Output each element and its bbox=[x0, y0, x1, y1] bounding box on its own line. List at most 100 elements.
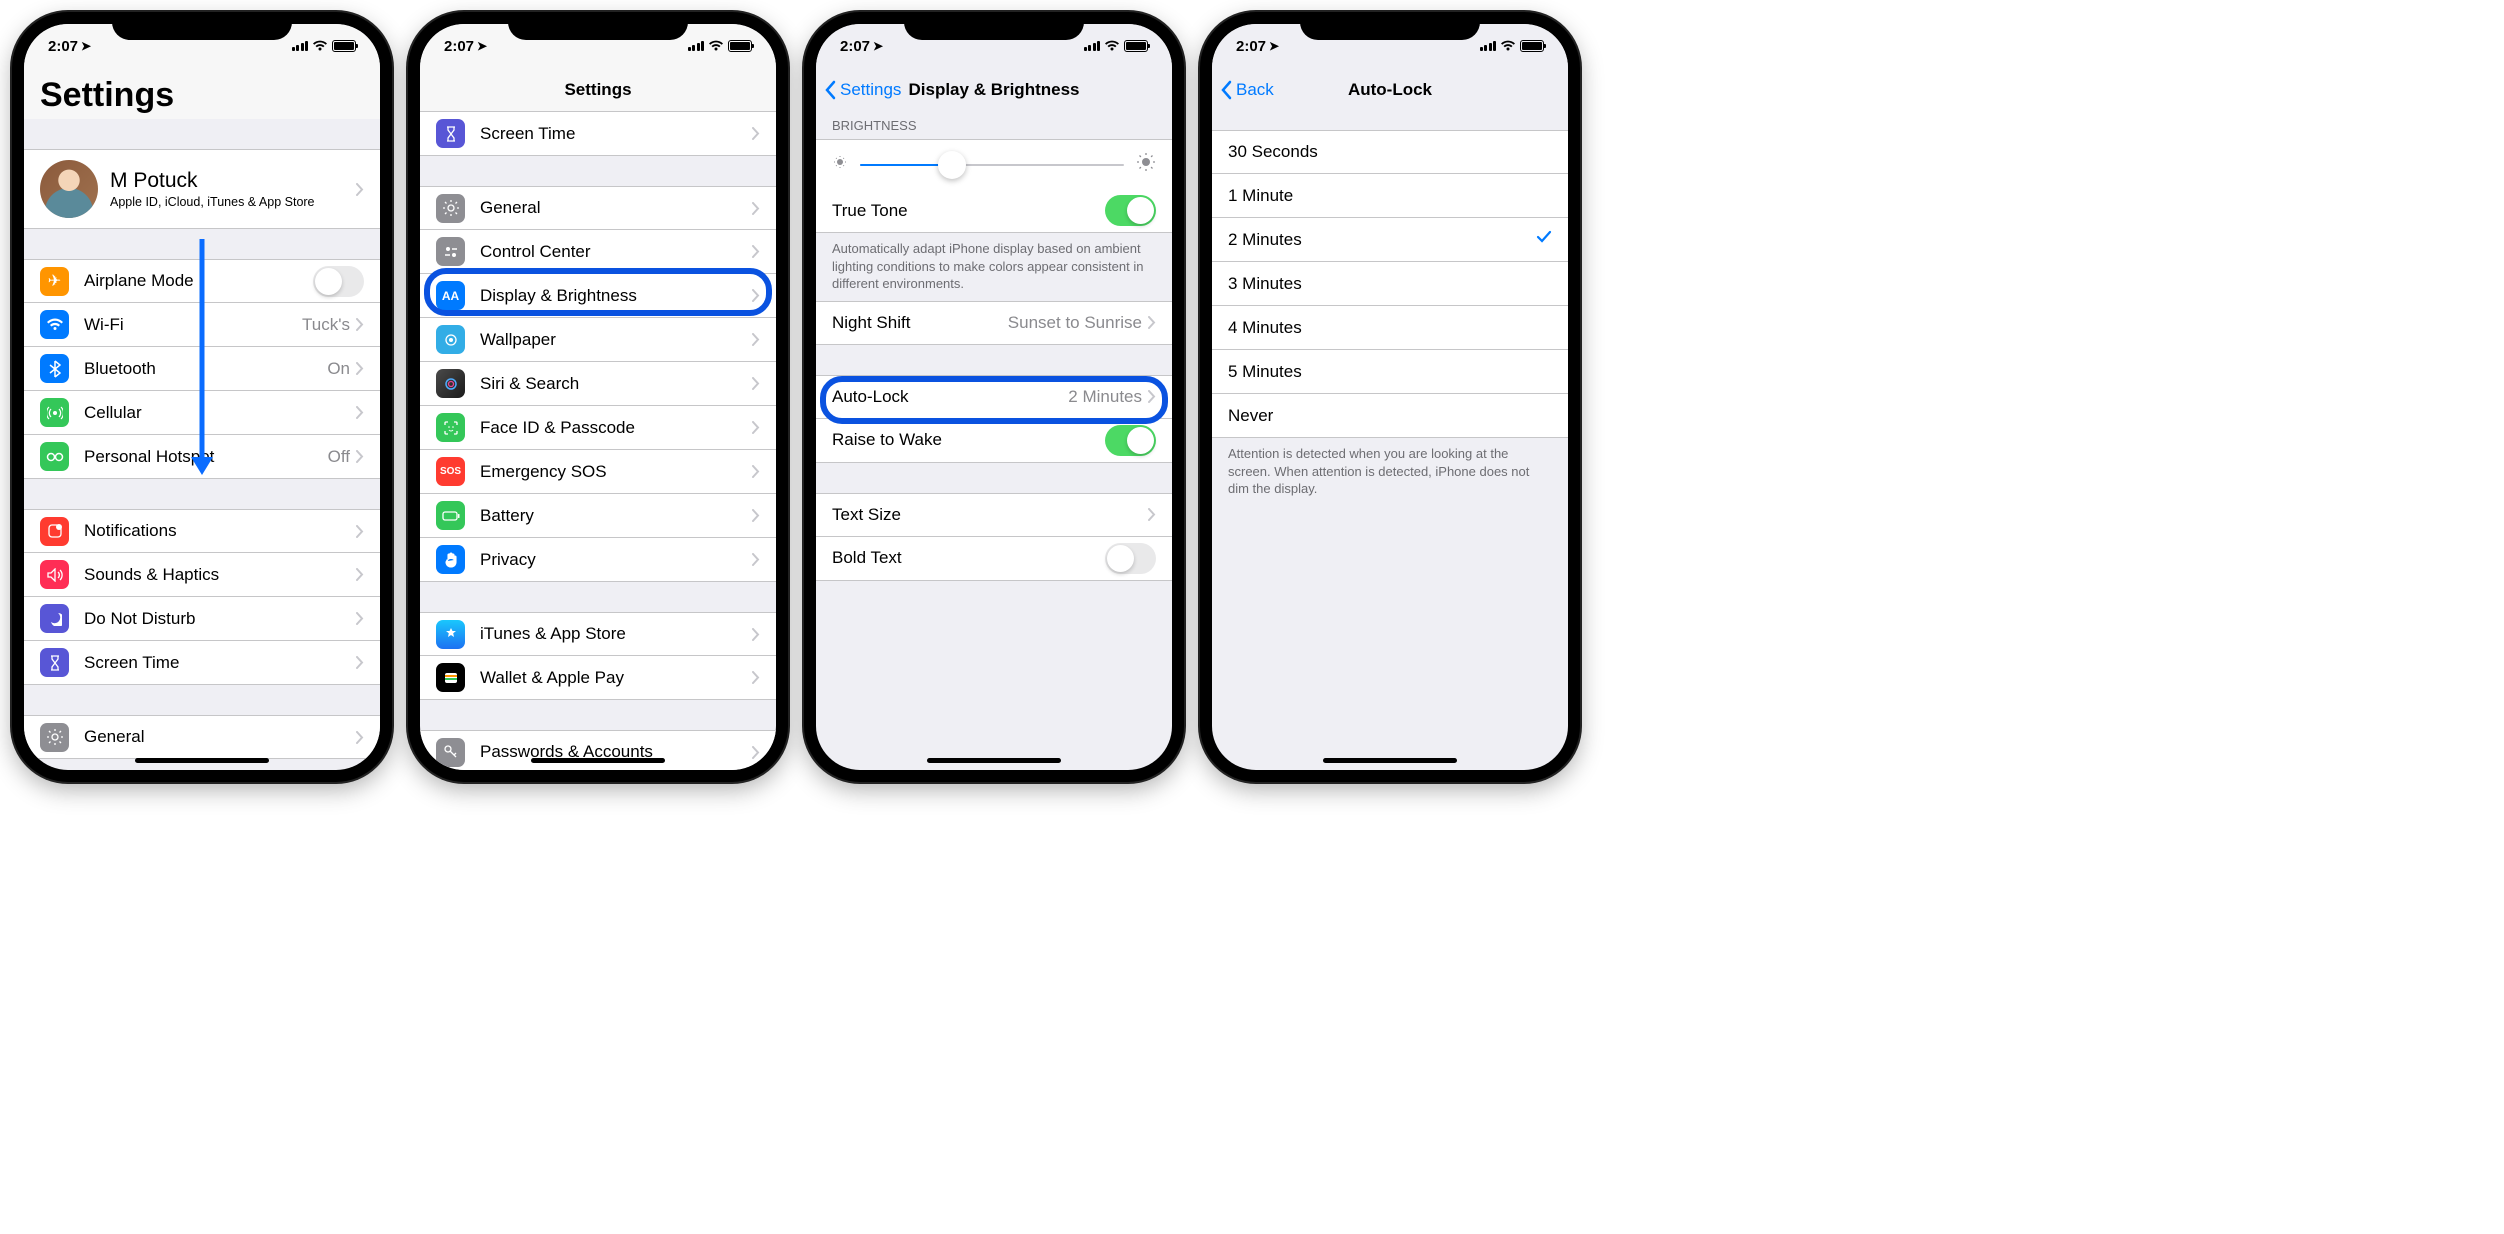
home-indicator[interactable] bbox=[927, 758, 1061, 763]
itunes-row[interactable]: iTunes & App Store bbox=[420, 612, 776, 656]
location-icon: ➤ bbox=[1269, 39, 1279, 53]
general-row[interactable]: General bbox=[24, 715, 380, 759]
true-tone-switch[interactable] bbox=[1105, 195, 1156, 226]
nav-title: Auto-Lock bbox=[1348, 80, 1432, 100]
chevron-right-icon bbox=[1148, 390, 1156, 403]
wallpaper-row[interactable]: Wallpaper bbox=[420, 318, 776, 362]
airplane-mode-row[interactable]: ✈︎ Airplane Mode bbox=[24, 259, 380, 303]
status-time: 2:07 bbox=[48, 38, 78, 55]
status-time: 2:07 bbox=[840, 38, 870, 55]
battery-icon bbox=[1520, 40, 1544, 52]
bold-text-row[interactable]: Bold Text bbox=[816, 537, 1172, 581]
display-brightness-row[interactable]: AA Display & Brightness bbox=[420, 274, 776, 318]
chevron-right-icon bbox=[356, 183, 364, 196]
faceid-row[interactable]: Face ID & Passcode bbox=[420, 406, 776, 450]
screentime-row[interactable]: Screen Time bbox=[24, 641, 380, 685]
chevron-right-icon bbox=[752, 127, 760, 140]
privacy-row[interactable]: Privacy bbox=[420, 538, 776, 582]
screen-settings-scrolled: 2:07➤ Settings Screen Time General bbox=[420, 24, 776, 770]
bold-text-switch[interactable] bbox=[1105, 543, 1156, 574]
content: Settings M Potuck Apple ID, iCloud, iTun… bbox=[24, 68, 380, 770]
location-icon: ➤ bbox=[477, 39, 487, 53]
option-never[interactable]: Never bbox=[1212, 394, 1568, 438]
hotspot-icon bbox=[40, 442, 69, 471]
option-3-minutes[interactable]: 3 Minutes bbox=[1212, 262, 1568, 306]
option-2-minutes[interactable]: 2 Minutes bbox=[1212, 218, 1568, 262]
battery-row[interactable]: Battery bbox=[420, 494, 776, 538]
option-30-seconds[interactable]: 30 Seconds bbox=[1212, 130, 1568, 174]
notch bbox=[1300, 12, 1480, 40]
hourglass-icon bbox=[40, 648, 69, 677]
chevron-right-icon bbox=[356, 525, 364, 538]
location-icon: ➤ bbox=[81, 39, 91, 53]
key-icon bbox=[436, 738, 465, 767]
home-indicator[interactable] bbox=[531, 758, 665, 763]
option-4-minutes[interactable]: 4 Minutes bbox=[1212, 306, 1568, 350]
cellular-signal-icon bbox=[1084, 41, 1101, 51]
status-time: 2:07 bbox=[1236, 38, 1266, 55]
raise-to-wake-switch[interactable] bbox=[1105, 425, 1156, 456]
chevron-right-icon bbox=[752, 671, 760, 684]
brightness-slider[interactable] bbox=[860, 164, 1124, 166]
screentime-row[interactable]: Screen Time bbox=[420, 112, 776, 156]
sun-large-icon bbox=[1136, 152, 1156, 177]
battery-icon bbox=[728, 40, 752, 52]
back-button[interactable]: Settings bbox=[824, 80, 901, 100]
option-1-minute[interactable]: 1 Minute bbox=[1212, 174, 1568, 218]
general-row[interactable]: General bbox=[420, 186, 776, 230]
content: Screen Time General Control Center AA Di… bbox=[420, 112, 776, 770]
hand-icon bbox=[436, 545, 465, 574]
control-center-row[interactable]: Control Center bbox=[420, 230, 776, 274]
cellular-row[interactable]: Cellular bbox=[24, 391, 380, 435]
option-5-minutes[interactable]: 5 Minutes bbox=[1212, 350, 1568, 394]
chevron-right-icon bbox=[752, 628, 760, 641]
true-tone-row[interactable]: True Tone bbox=[816, 189, 1172, 233]
passwords-row[interactable]: Passwords & Accounts bbox=[420, 730, 776, 770]
night-shift-row[interactable]: Night Shift Sunset to Sunrise bbox=[816, 301, 1172, 345]
battery-settings-icon bbox=[436, 501, 465, 530]
wallet-row[interactable]: Wallet & Apple Pay bbox=[420, 656, 776, 700]
airplane-switch[interactable] bbox=[313, 266, 364, 297]
appstore-icon bbox=[436, 620, 465, 649]
cellular-signal-icon bbox=[292, 41, 309, 51]
chevron-right-icon bbox=[752, 333, 760, 346]
location-icon: ➤ bbox=[873, 39, 883, 53]
notifications-row[interactable]: Notifications bbox=[24, 509, 380, 553]
chevron-right-icon bbox=[356, 656, 364, 669]
cellular-icon bbox=[40, 398, 69, 427]
screen-settings-main: 2:07➤ Settings M Potuck Apple ID, iCloud… bbox=[24, 24, 380, 770]
wifi-row[interactable]: Wi-Fi Tuck's bbox=[24, 303, 380, 347]
phone-frame: 2:07➤ Settings Screen Time General bbox=[408, 12, 788, 782]
bluetooth-row[interactable]: Bluetooth On bbox=[24, 347, 380, 391]
profile-name: M Potuck bbox=[110, 169, 356, 193]
wifi-icon bbox=[1104, 40, 1120, 52]
apple-id-row[interactable]: M Potuck Apple ID, iCloud, iTunes & App … bbox=[24, 149, 380, 229]
battery-icon bbox=[1124, 40, 1148, 52]
nav-bar: Settings Display & Brightness bbox=[816, 68, 1172, 112]
back-button[interactable]: Back bbox=[1220, 80, 1274, 100]
content: BRIGHTNESS True Tone Automatically adapt… bbox=[816, 112, 1172, 770]
sounds-icon bbox=[40, 560, 69, 589]
raise-to-wake-row[interactable]: Raise to Wake bbox=[816, 419, 1172, 463]
chevron-right-icon bbox=[356, 568, 364, 581]
chevron-right-icon bbox=[752, 289, 760, 302]
text-size-icon: AA bbox=[436, 281, 465, 310]
home-indicator[interactable] bbox=[1323, 758, 1457, 763]
text-size-row[interactable]: Text Size bbox=[816, 493, 1172, 537]
chevron-right-icon bbox=[1148, 508, 1156, 521]
sounds-row[interactable]: Sounds & Haptics bbox=[24, 553, 380, 597]
chevron-right-icon bbox=[356, 318, 364, 331]
home-indicator[interactable] bbox=[135, 758, 269, 763]
chevron-right-icon bbox=[356, 731, 364, 744]
chevron-right-icon bbox=[752, 421, 760, 434]
true-tone-footer: Automatically adapt iPhone display based… bbox=[816, 233, 1172, 301]
notch bbox=[508, 12, 688, 40]
wifi-settings-icon bbox=[40, 310, 69, 339]
hotspot-row[interactable]: Personal Hotspot Off bbox=[24, 435, 380, 479]
chevron-right-icon bbox=[356, 362, 364, 375]
auto-lock-row[interactable]: Auto-Lock 2 Minutes bbox=[816, 375, 1172, 419]
profile-sub: Apple ID, iCloud, iTunes & App Store bbox=[110, 195, 356, 209]
siri-row[interactable]: Siri & Search bbox=[420, 362, 776, 406]
dnd-row[interactable]: Do Not Disturb bbox=[24, 597, 380, 641]
sos-row[interactable]: SOS Emergency SOS bbox=[420, 450, 776, 494]
